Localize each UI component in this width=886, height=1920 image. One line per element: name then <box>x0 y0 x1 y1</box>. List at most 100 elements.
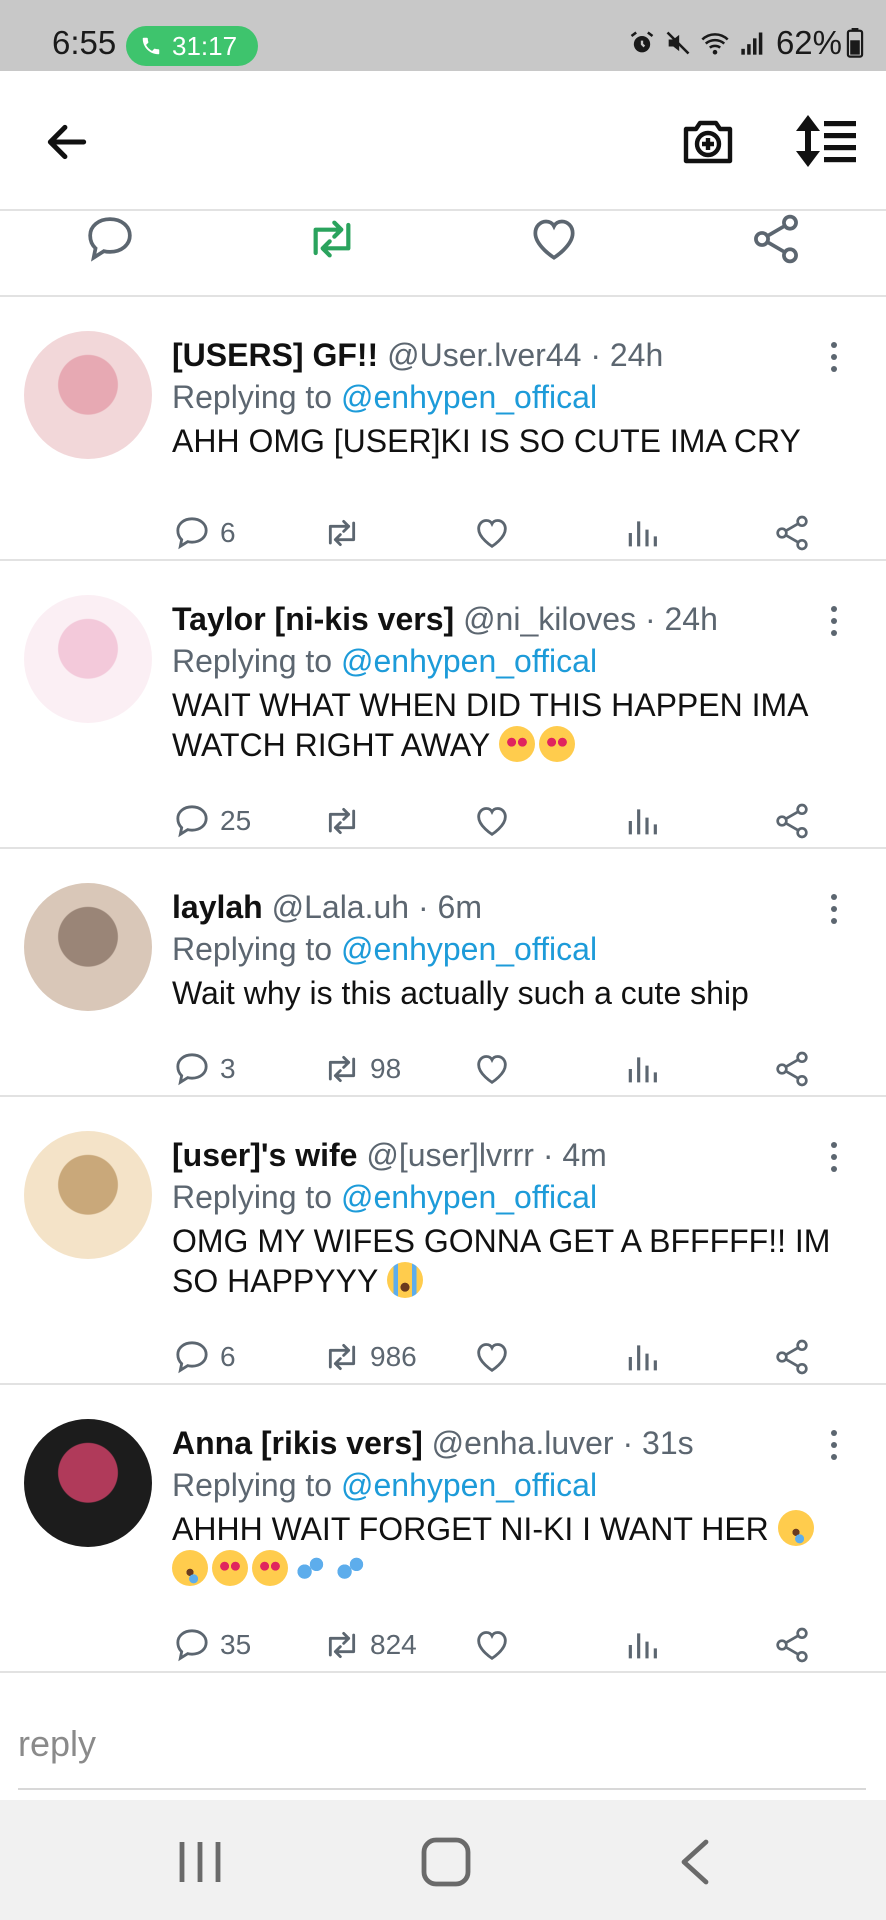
retweet-icon[interactable] <box>304 211 360 267</box>
retweet-icon <box>328 1631 356 1659</box>
avatar[interactable] <box>24 331 152 459</box>
like-icon <box>477 1631 507 1661</box>
heart-eyes-emoji <box>498 726 535 762</box>
reply-text-content: AHH OMG [USER]KI IS SO CUTE IMA CRY <box>172 423 801 459</box>
call-duration: 31:17 <box>172 30 238 61</box>
camera-plus-icon[interactable] <box>680 113 736 169</box>
mute-icon <box>666 31 690 55</box>
mention-link[interactable]: @enhypen_offical <box>341 379 597 415</box>
avatar[interactable] <box>24 1131 152 1259</box>
user-handle[interactable]: @enha.luver <box>432 1425 614 1461</box>
display-name[interactable]: Anna [rikis vers] <box>172 1425 423 1461</box>
display-name[interactable]: laylah <box>172 889 263 925</box>
retweet-count[interactable]: 986 <box>322 1337 417 1377</box>
recent-apps-icon[interactable] <box>170 1836 230 1888</box>
avatar[interactable] <box>24 595 152 723</box>
more-options-icon[interactable] <box>824 339 844 375</box>
retweet-count[interactable] <box>322 513 370 553</box>
more-options-icon[interactable] <box>824 603 844 639</box>
like-button[interactable] <box>472 1337 520 1377</box>
app-bar <box>0 71 886 211</box>
battery-percent: 62% <box>775 24 842 61</box>
alarm-icon <box>630 31 654 53</box>
reply-icon[interactable] <box>82 211 138 267</box>
views-button[interactable] <box>622 1625 670 1665</box>
reply-header: [user]'s wife @[user]lvrrr · 4m <box>172 1137 607 1174</box>
retweet-count[interactable]: 98 <box>322 1049 401 1089</box>
replying-to-line: Replying to @enhypen_offical <box>172 643 597 680</box>
user-handle[interactable]: @User.lver44 <box>387 337 581 373</box>
home-icon[interactable] <box>416 1836 476 1888</box>
like-button[interactable] <box>472 1625 520 1665</box>
reply-actions: 6 986 <box>172 1337 852 1377</box>
retweet-count[interactable]: 824 <box>322 1625 417 1665</box>
user-handle[interactable]: @Lala.uh <box>272 889 409 925</box>
display-name[interactable]: [user]'s wife <box>172 1137 357 1173</box>
reply-count-value: 6 <box>220 517 236 548</box>
more-options-icon[interactable] <box>824 1139 844 1175</box>
reply-header: Taylor [ni-kis vers] @ni_kiloves · 24h <box>172 601 718 638</box>
like-icon[interactable] <box>526 211 582 267</box>
like-icon <box>477 807 507 837</box>
stats-icon <box>628 1345 657 1371</box>
views-button[interactable] <box>622 1049 670 1089</box>
reply-text-content: WAIT WHAT WHEN DID THIS HAPPEN IMA WATCH… <box>172 687 807 763</box>
share-icon[interactable] <box>748 211 804 267</box>
retweet-count[interactable] <box>322 801 370 841</box>
like-button[interactable] <box>472 513 520 553</box>
reply-count[interactable]: 25 <box>172 801 251 841</box>
like-button[interactable] <box>472 801 520 841</box>
timestamp: 31s <box>642 1425 694 1461</box>
back-arrow-icon[interactable] <box>42 117 92 167</box>
replying-to-label: Replying to <box>172 379 333 415</box>
user-handle[interactable]: @[user]lvrrr <box>366 1137 534 1173</box>
share-icon <box>776 1627 808 1663</box>
wifi-icon <box>701 33 729 55</box>
display-name[interactable]: [USERS] GF!! <box>172 337 378 373</box>
reply-text-content: Wait why is this actually such a cute sh… <box>172 975 749 1011</box>
reply-count-value: 3 <box>220 1053 236 1084</box>
share-button[interactable] <box>772 801 820 841</box>
views-button[interactable] <box>622 801 670 841</box>
mention-link[interactable]: @enhypen_offical <box>341 1467 597 1503</box>
share-button[interactable] <box>772 1337 820 1377</box>
reply-input[interactable] <box>18 1700 866 1790</box>
avatar[interactable] <box>24 883 152 1011</box>
separator-dot: · <box>613 1425 643 1461</box>
reply-icon <box>176 805 208 838</box>
separator-dot: · <box>636 601 665 637</box>
more-options-icon[interactable] <box>824 891 844 927</box>
mention-link[interactable]: @enhypen_offical <box>341 643 597 679</box>
share-button[interactable] <box>772 1049 820 1089</box>
sort-list-icon[interactable] <box>794 113 858 169</box>
retweet-icon <box>328 807 356 835</box>
mention-link[interactable]: @enhypen_offical <box>341 1179 597 1215</box>
share-icon <box>776 803 808 839</box>
more-options-icon[interactable] <box>824 1427 844 1463</box>
ongoing-call-pill[interactable]: 31:17 <box>126 26 258 66</box>
reply-item: [USERS] GF!! @User.lver44 · 24h Replying … <box>0 297 886 561</box>
share-button[interactable] <box>772 1625 820 1665</box>
like-button[interactable] <box>472 1049 520 1089</box>
drooling-emoji <box>777 1510 814 1546</box>
reply-count[interactable]: 6 <box>172 1337 236 1377</box>
reply-actions: 25 <box>172 801 852 841</box>
views-button[interactable] <box>622 1337 670 1377</box>
reply-text: AHH OMG [USER]KI IS SO CUTE IMA CRY <box>172 421 852 461</box>
reply-count[interactable]: 6 <box>172 513 236 553</box>
timestamp: 24h <box>664 601 718 637</box>
share-button[interactable] <box>772 513 820 553</box>
reply-text: WAIT WHAT WHEN DID THIS HAPPEN IMA WATCH… <box>172 685 852 765</box>
views-button[interactable] <box>622 513 670 553</box>
avatar[interactable] <box>24 1419 152 1547</box>
display-name[interactable]: Taylor [ni-kis vers] <box>172 601 454 637</box>
reply-icon <box>176 1053 208 1086</box>
user-handle[interactable]: @ni_kiloves <box>463 601 636 637</box>
reply-count[interactable]: 3 <box>172 1049 236 1089</box>
reply-header: laylah @Lala.uh · 6m <box>172 889 482 926</box>
mention-link[interactable]: @enhypen_offical <box>341 931 597 967</box>
reply-item: Taylor [ni-kis vers] @ni_kiloves · 24h Re… <box>0 561 886 849</box>
reply-actions: 35 824 <box>172 1625 852 1665</box>
back-nav-icon[interactable] <box>666 1836 726 1888</box>
reply-count[interactable]: 35 <box>172 1625 251 1665</box>
